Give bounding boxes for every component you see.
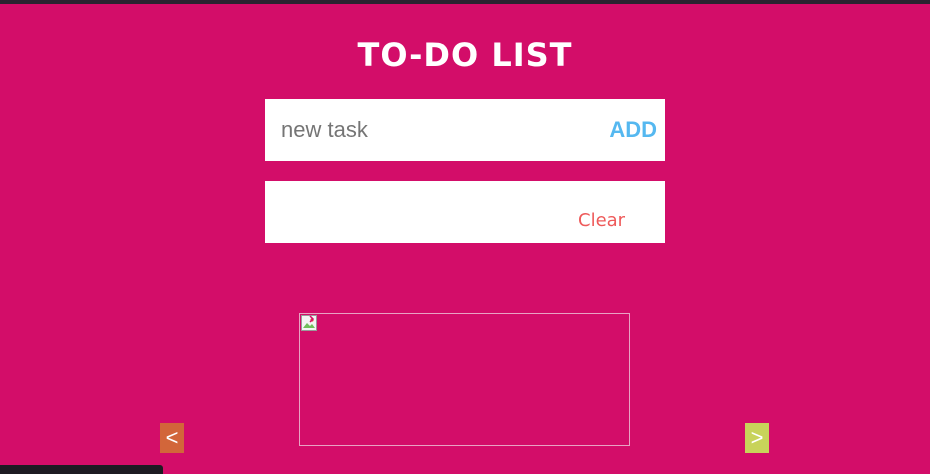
top-border — [0, 0, 930, 4]
task-list: Clear — [265, 181, 665, 243]
clear-button[interactable]: Clear — [578, 210, 625, 231]
broken-image-icon — [301, 315, 317, 331]
new-task-form: ADD — [265, 99, 665, 161]
carousel-image — [299, 313, 630, 446]
carousel-next-button[interactable]: > — [745, 423, 769, 453]
add-button[interactable]: ADD — [609, 99, 657, 161]
new-task-input[interactable] — [265, 99, 585, 161]
page-title: TO-DO LIST — [357, 36, 573, 74]
carousel-prev-button[interactable]: < — [160, 423, 184, 453]
bottom-bar — [0, 465, 163, 474]
